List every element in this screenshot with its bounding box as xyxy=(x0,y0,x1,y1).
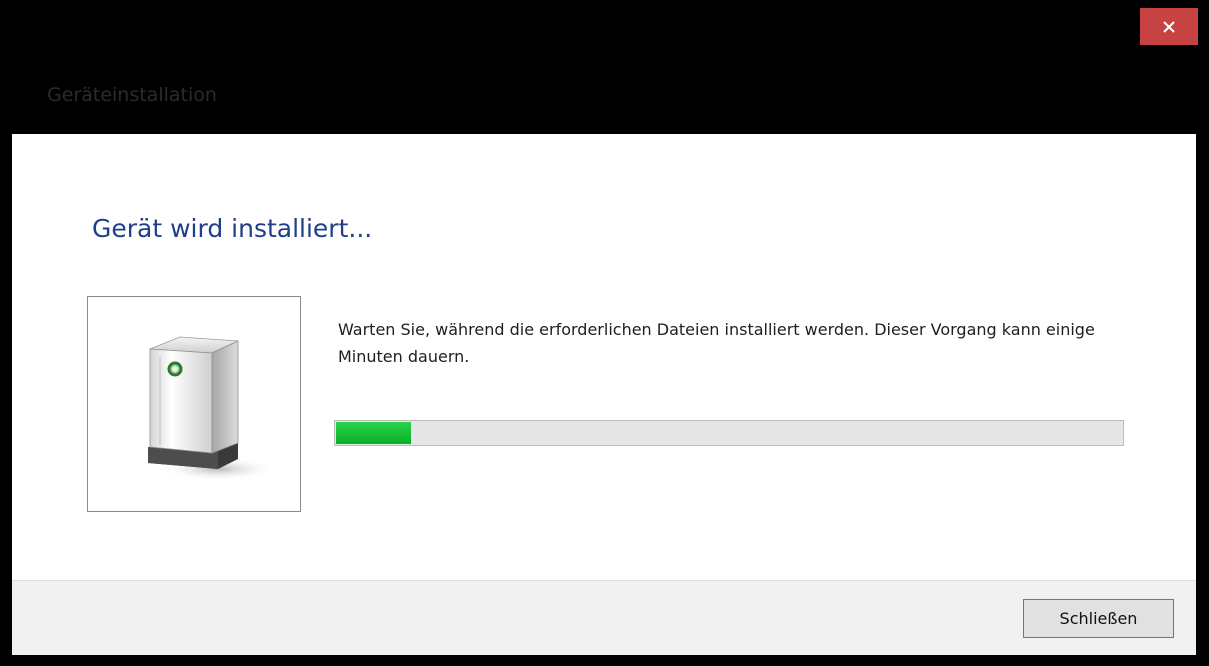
device-icon-frame xyxy=(87,296,301,512)
device-icon xyxy=(148,336,276,481)
progress-bar xyxy=(334,420,1124,446)
window-title: Geräteinstallation xyxy=(47,84,217,106)
status-message: Warten Sie, während die erforderlichen D… xyxy=(338,320,1095,366)
installation-dialog: Geräteinstallation Gerät wird installier… xyxy=(0,0,1209,666)
close-button[interactable]: Schließen xyxy=(1023,599,1174,638)
dialog-content: Gerät wird installiert... Warten Sie, wä… xyxy=(12,134,1196,580)
window-close-button[interactable] xyxy=(1140,8,1198,45)
page-title: Gerät wird installiert... xyxy=(92,214,373,243)
close-icon xyxy=(1163,20,1175,33)
dialog-footer: Schließen xyxy=(12,580,1196,655)
progress-fill xyxy=(336,422,411,444)
